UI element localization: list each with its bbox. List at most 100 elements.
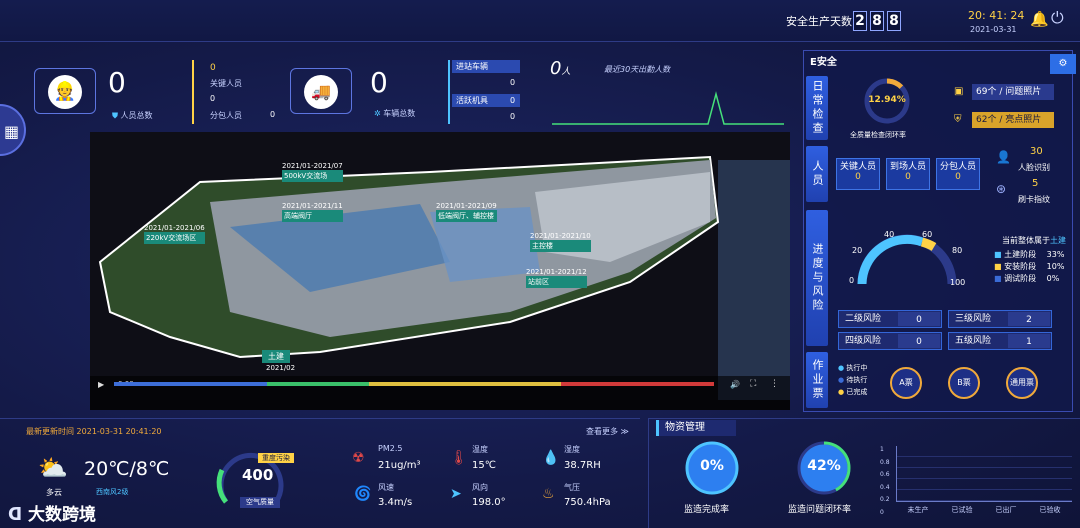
issue-rate-value: 42% [807,458,841,474]
flag-pole [192,60,194,124]
ticket-general-button[interactable]: 通用票 [1006,367,1038,399]
y-tick: 0.2 [880,496,890,504]
map-label-name: 220kV交流场区 [144,232,205,244]
key-person-label: 关键人员 [210,79,242,88]
stage-legend: ■ 土建阶段 33% ■ 安装阶段 10% ■ 调试阶段 0% [994,250,1065,283]
wind-direction-value: 198.0° [472,497,506,508]
wind-speed-icon: 🌀 [354,486,372,502]
divider-line [448,60,450,124]
machine-value-2: 0 [510,112,516,121]
enter-vehicle-label: 进站车辆 [452,60,520,73]
menu-toggle-button[interactable]: ▦ [0,104,26,156]
machine-value: 0 [510,96,516,105]
wind-direction-label: 风向 [472,483,488,492]
sub-person-label: 分包人员 [210,111,242,120]
cloudy-sun-icon: ⛅ [38,454,68,482]
stage-marker-date: 2021/02 [266,364,296,372]
ticket-a-button[interactable]: A票 [890,367,922,399]
fingerprint-icon: ⊛ [996,182,1007,196]
thermometer-icon: 🌡 [450,450,468,466]
key-person-box[interactable]: 关键人员 0 [836,158,880,190]
wind-speed-value: 3.4m/s [378,497,413,508]
more-icon[interactable]: ⋮ [770,379,779,389]
risk-level-3[interactable]: 三级风险 2 [948,310,1052,328]
tab-daily-check[interactable]: 日常检查 [806,76,828,140]
aqi-level-badge: 重度污染 [258,453,294,463]
chart-y-axis: 1 0.8 0.6 0.4 0.2 0 [880,444,890,516]
power-icon[interactable]: ⏻ [1051,8,1064,28]
vehicle-icon-frame: 🚚 [290,68,352,114]
map-label-name: 低端阀厅、辅控楼 [436,210,497,222]
gauge-tick: 100 [950,278,966,287]
worker-icon: 👷 [48,75,82,109]
timeline-bar[interactable] [114,382,714,386]
gauge-tick: 40 [884,230,895,239]
sub-person-value-2: 0 [270,110,276,119]
photo-icon: ▣ [954,86,964,97]
aqi-label: 空气质量 [240,497,280,508]
wind-speed-label: 风速 [378,483,394,492]
clock-date: 2021-03-31 [970,25,1017,34]
x-tick: 已试验 [951,506,973,514]
y-tick: 0.6 [880,471,890,479]
ticket-b-button[interactable]: B票 [948,367,980,399]
x-tick: 已出厂 [995,506,1017,514]
gauge-tick: 0 [849,276,855,285]
pressure-label: 气压 [564,483,580,492]
aqi-value: 400 [242,466,274,484]
pm25-value: 21ug/m³ [378,460,421,471]
stage-marker-label: 土建 [262,350,290,363]
sub-person-box[interactable]: 分包人员 0 [936,158,980,190]
enter-vehicle-value: 0 [510,78,516,87]
face-label: 人脸识别 [1018,163,1050,172]
safety-digit: 2 [853,11,867,31]
tab-personnel[interactable]: 人员 [806,146,828,202]
shield-icon: ⛨ [954,114,962,125]
risk-level-5[interactable]: 五级风险 1 [948,332,1052,350]
gauge-tick: 80 [952,246,963,255]
attendance-label: 最近30天出勤人数 [604,65,671,74]
y-tick: 0.8 [880,458,890,466]
onsite-person-box[interactable]: 到场人员 0 [886,158,930,190]
risk-level-2[interactable]: 二级风险 0 [838,310,942,328]
settings-gear-icon[interactable]: ⚙ [1050,54,1076,74]
tab-progress-risk[interactable]: 进度与风险 [806,210,828,346]
closure-rate-label: 全质量检查闭环率 [850,131,906,139]
finger-count: 5 [1032,178,1039,189]
tab-work-ticket[interactable]: 作业票 [806,352,828,408]
issue-photos-count[interactable]: 69个 / 问题照片 [972,84,1054,100]
vehicle-total-label: ✲ 车辆总数 [374,109,416,118]
x-tick: 已验收 [1039,506,1061,514]
bell-icon[interactable]: 🔔 [1030,10,1049,28]
wind-description: 西南风2级 [96,488,129,496]
play-icon[interactable]: ▶ [98,380,104,389]
view-more-link[interactable]: 查看更多 ≫ [586,426,629,437]
map-label-date: 2021/01-2021/09 [436,202,497,210]
safety-panel-title: E安全 [810,57,837,68]
safety-days-label: 安全生产天数 [786,15,852,28]
clock-time: 20: 41: 24 [968,9,1025,22]
materials-title: 物资管理 [656,420,736,436]
fullscreen-icon[interactable]: ⛶ [750,379,756,389]
map-label-date: 2021/01-2021/12 [526,268,587,276]
site-video-player[interactable]: 2021/01-2021/07 500kV交流场 2021/01-2021/11 高… [90,132,790,410]
temperature-range: 20℃/8℃ [84,458,170,480]
highlight-photos-count[interactable]: 62个 / 亮点照片 [972,112,1054,128]
y-tick: 0 [880,508,884,516]
pm25-label: PM2.5 [378,444,403,453]
safety-digit: 8 [887,11,901,31]
pm25-icon: ☢ [352,450,365,466]
wind-direction-icon: ➤ [450,486,462,502]
supervise-rate-value: 0% [700,458,724,474]
volume-icon[interactable]: 🔊 [730,380,740,389]
weather-condition: 多云 [46,488,62,497]
map-label-name: 500kV交流场 [282,170,343,182]
key-person-value: 0 [210,63,216,73]
attendance-value: 0人 [550,58,571,79]
finger-label: 刷卡指纹 [1018,195,1050,204]
people-total-value: 0 [108,66,126,99]
risk-level-4[interactable]: 四级风险 0 [838,332,942,350]
x-tick: 未生产 [907,506,929,514]
safety-digit: 8 [870,11,884,31]
map-label-name: 高端阀厅 [282,210,343,222]
